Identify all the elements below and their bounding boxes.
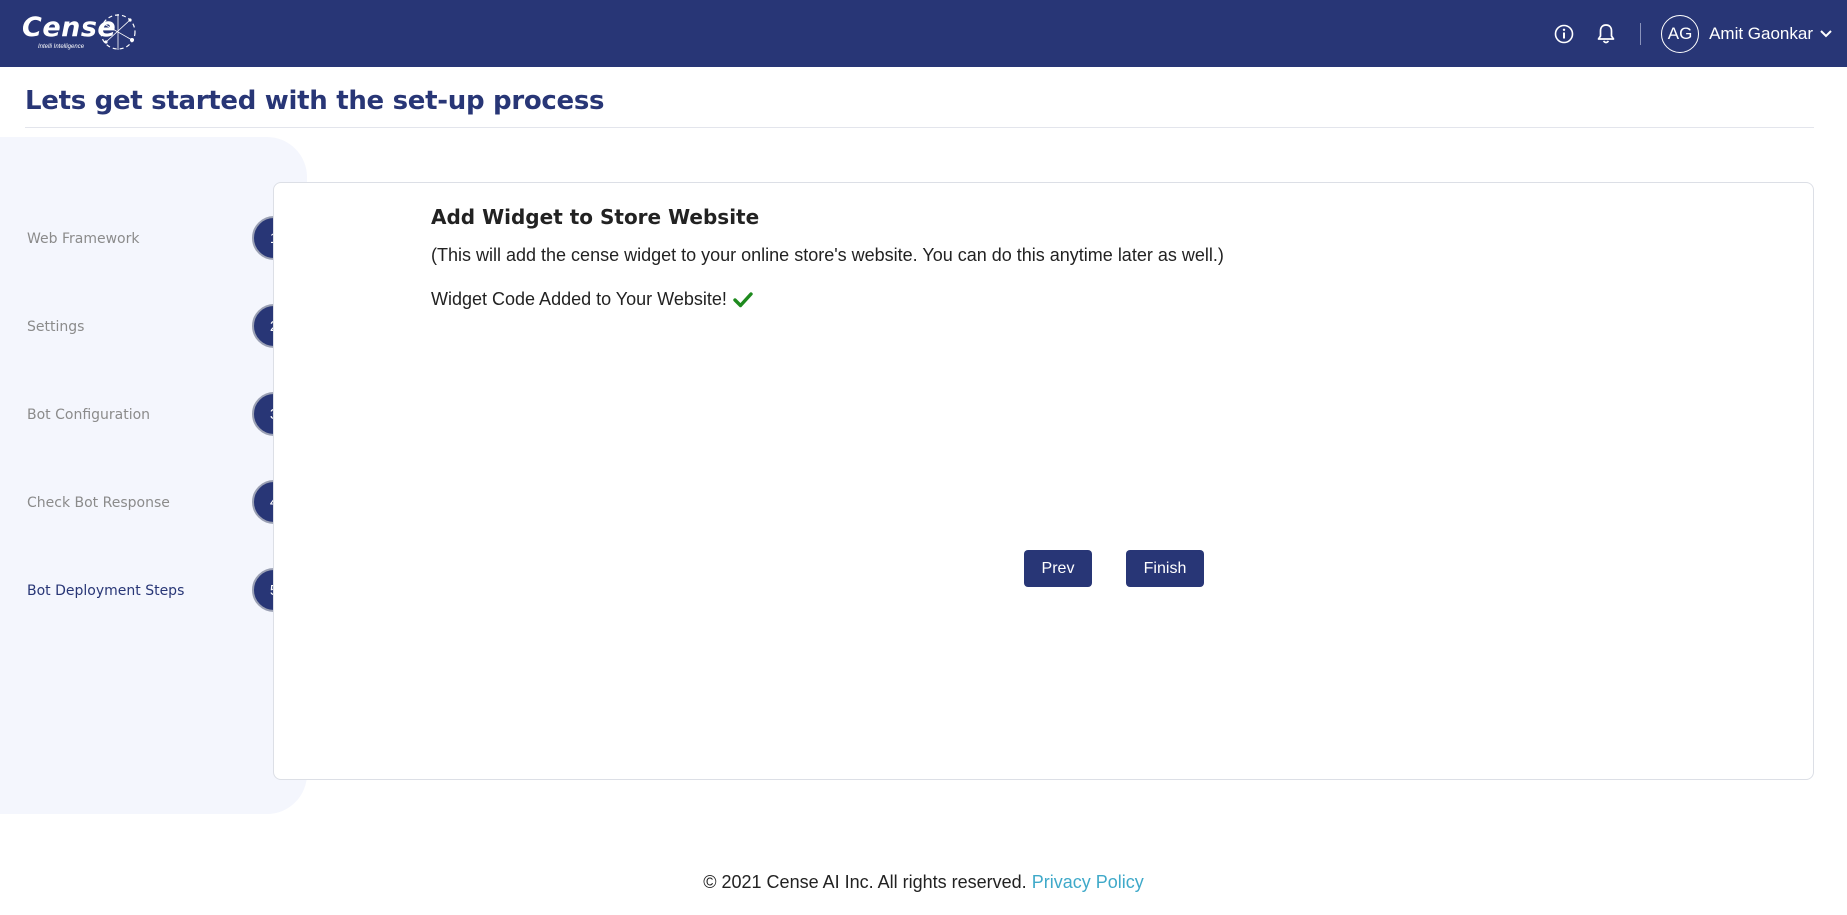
step-label: Bot Deployment Steps xyxy=(27,583,185,599)
avatar[interactable]: AG xyxy=(1661,14,1700,53)
logo-globe-icon xyxy=(100,14,136,50)
step-settings[interactable]: Settings 2 xyxy=(0,304,300,350)
footer-copyright: © 2021 Cense AI Inc. All rights reserved… xyxy=(703,872,1027,892)
widget-status: Widget Code Added to Your Website! xyxy=(431,289,753,310)
privacy-policy-link[interactable]: Privacy Policy xyxy=(1032,872,1144,892)
step-label: Bot Configuration xyxy=(27,407,151,423)
cense-logo[interactable]: Cense Intelli Intelligence xyxy=(20,8,140,58)
user-name[interactable]: Amit Gaonkar xyxy=(1709,24,1813,44)
step-label: Settings xyxy=(27,319,85,335)
header-divider xyxy=(1640,22,1642,45)
logo-tagline: Intelli Intelligence xyxy=(38,44,85,50)
chevron-down-icon[interactable] xyxy=(1819,27,1833,41)
check-icon xyxy=(733,291,753,309)
card-description: (This will add the cense widget to your … xyxy=(431,245,1224,265)
bell-icon[interactable] xyxy=(1594,22,1618,46)
info-icon[interactable] xyxy=(1552,22,1576,46)
top-navbar: Cense Intelli Intelligence AG Amit Gaonk… xyxy=(0,0,1847,67)
widget-status-text: Widget Code Added to Your Website! xyxy=(431,289,727,309)
step-web-framework[interactable]: Web Framework 1 xyxy=(0,216,300,262)
step-label: Check Bot Response xyxy=(27,495,170,511)
footer: © 2021 Cense AI Inc. All rights reserved… xyxy=(0,872,1847,893)
page-title: Lets get started with the set-up process xyxy=(25,86,605,116)
card-title: Add Widget to Store Website xyxy=(431,205,760,229)
prev-button[interactable]: Prev xyxy=(1024,550,1092,587)
step-label: Web Framework xyxy=(27,231,140,247)
header-actions: AG Amit Gaonkar xyxy=(1552,0,1833,67)
finish-button[interactable]: Finish xyxy=(1126,550,1204,587)
step-check-bot-response[interactable]: Check Bot Response 4 xyxy=(0,480,300,526)
title-divider xyxy=(25,127,1814,128)
step-bot-configuration[interactable]: Bot Configuration 3 xyxy=(0,392,300,438)
step-content-card: Add Widget to Store Website (This will a… xyxy=(273,182,1814,780)
step-bot-deployment-steps[interactable]: Bot Deployment Steps 5 xyxy=(0,568,300,614)
